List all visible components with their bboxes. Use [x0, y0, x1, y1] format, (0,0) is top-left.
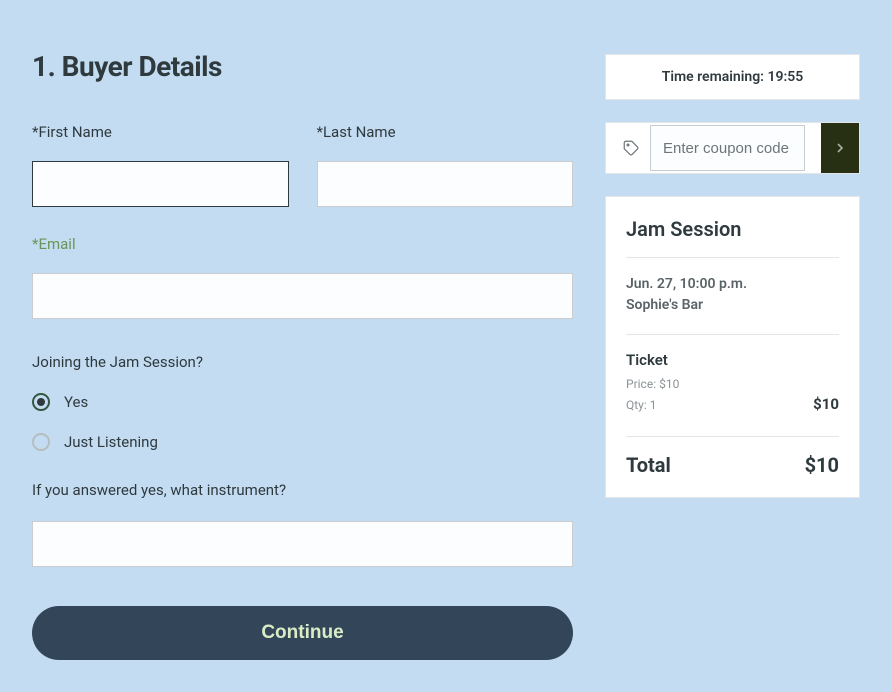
coupon-submit-button[interactable] [821, 123, 859, 173]
divider [626, 257, 839, 258]
tag-icon [622, 139, 640, 157]
first-name-label: *First Name [32, 123, 289, 141]
radio-yes[interactable]: Yes [32, 393, 573, 411]
total-row: Total $10 [626, 436, 839, 477]
ticket-line-total: $10 [813, 395, 839, 413]
last-name-label: *Last Name [317, 123, 574, 141]
radio-yes-label: Yes [64, 393, 88, 411]
last-name-input[interactable] [317, 161, 574, 207]
timer-card: Time remaining: 19:55 [605, 54, 860, 100]
timer-value: 19:55 [767, 69, 803, 85]
ticket-price-label: Price: $10 [626, 377, 839, 391]
coupon-body [606, 123, 821, 173]
first-name-input[interactable] [32, 161, 289, 207]
continue-button[interactable]: Continue [32, 606, 573, 660]
summary-meta: Jun. 27, 10:00 p.m. Sophie's Bar [626, 274, 839, 316]
last-name-field-group: *Last Name [317, 123, 574, 207]
jam-session-question: Joining the Jam Session? [32, 353, 573, 371]
email-input[interactable] [32, 273, 573, 319]
instrument-question: If you answered yes, what instrument? [32, 481, 573, 499]
summary-ticket-block: Ticket Price: $10 Qty: 1 $10 [626, 351, 839, 416]
radio-yes-indicator [32, 393, 50, 411]
summary-venue: Sophie's Bar [626, 295, 839, 316]
first-name-field-group: *First Name [32, 123, 289, 207]
summary-datetime: Jun. 27, 10:00 p.m. [626, 274, 839, 295]
coupon-card [605, 122, 860, 174]
total-amount: $10 [805, 453, 839, 477]
radio-listening[interactable]: Just Listening [32, 433, 573, 451]
ticket-name: Ticket [626, 351, 839, 369]
ticket-qty-label: Qty: 1 [626, 398, 657, 412]
coupon-input[interactable] [650, 125, 805, 171]
page-title: 1. Buyer Details [32, 50, 573, 83]
chevron-right-icon [835, 142, 845, 154]
email-field-group: *Email [32, 235, 573, 319]
email-label: *Email [32, 235, 573, 253]
order-summary-card: Jam Session Jun. 27, 10:00 p.m. Sophie's… [605, 196, 860, 498]
divider [626, 334, 839, 335]
radio-listening-label: Just Listening [64, 433, 158, 451]
radio-listening-indicator [32, 433, 50, 451]
timer-prefix: Time remaining: [662, 69, 768, 85]
total-label: Total [626, 453, 671, 477]
instrument-input[interactable] [32, 521, 573, 567]
jam-session-radio-group: Yes Just Listening [32, 393, 573, 451]
summary-title: Jam Session [626, 217, 839, 241]
instrument-field-group: If you answered yes, what instrument? [32, 481, 573, 567]
